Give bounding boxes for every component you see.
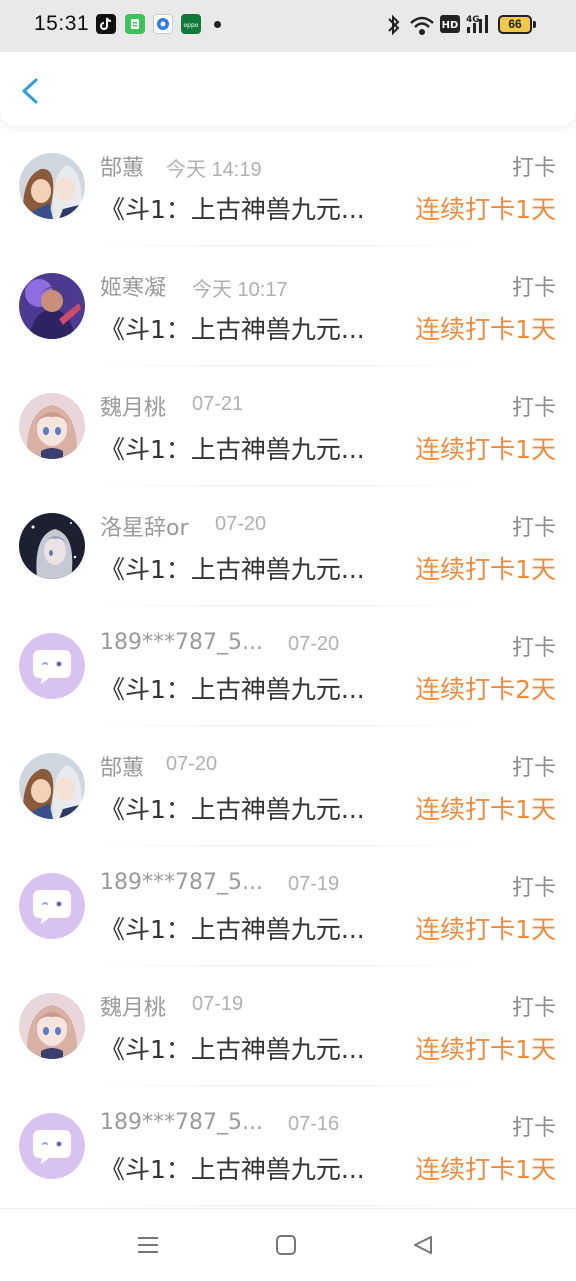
list-item[interactable]: 郜蕙 今天 14:19 打卡 《斗1：上古神兽九元... 连续打卡1天 [0,126,576,246]
home-button[interactable] [274,1233,298,1261]
streak-label: 连续打卡1天 [415,1155,556,1184]
checkin-message: 《斗1：上古神兽九元... [100,795,365,824]
checkin-message: 《斗1：上古神兽九元... [100,195,365,224]
checkin-tag: 打卡 [511,156,556,181]
list-item[interactable]: 洛星辞or 07-20 打卡 《斗1：上古神兽九元... 连续打卡1天 [0,486,576,606]
post-time: 07-20 [166,753,218,775]
checkin-message: 《斗1：上古神兽九元... [100,315,365,344]
streak-label: 连续打卡1天 [415,915,556,944]
hd-icon: HD [440,15,460,37]
avatar[interactable] [19,513,85,579]
user-name: 郜蕙 [100,156,145,181]
back-button[interactable] [14,74,48,108]
post-time: 今天 10:17 [192,279,288,301]
list-item[interactable]: 189***787_5... 07-19 打卡 《斗1：上古神兽九元... 连续… [0,846,576,966]
user-name: 189***787_5... [100,1110,263,1135]
avatar[interactable] [19,993,85,1059]
checkin-message: 《斗1：上古神兽九元... [100,1155,365,1184]
tiktok-icon [96,14,116,34]
checkin-tag: 打卡 [511,756,556,781]
checkin-message: 《斗1：上古神兽九元... [100,435,365,464]
signal-4g-icon: 4G [465,12,493,42]
app-icon-blue [153,14,173,34]
avatar[interactable] [19,393,85,459]
post-time: 今天 14:19 [166,159,262,181]
user-name: 魏月桃 [100,396,167,421]
checkin-tag: 打卡 [511,396,556,421]
streak-label: 连续打卡1天 [415,435,556,464]
user-name: 洛星辞or [100,516,189,541]
streak-label: 连续打卡1天 [415,195,556,224]
avatar[interactable] [19,873,85,939]
status-time: 15:31 [34,12,90,35]
post-time: 07-20 [215,513,267,535]
post-time: 07-19 [192,993,244,1015]
post-time: 07-21 [192,393,244,415]
menu-button[interactable] [136,1233,160,1261]
battery-cap [533,21,536,28]
checkin-message: 《斗1：上古神兽九元... [100,915,365,944]
menu-icon [138,1237,158,1253]
streak-label: 连续打卡1天 [415,555,556,584]
list-item[interactable]: 郜蕙 07-20 打卡 《斗1：上古神兽九元... 连续打卡1天 [0,726,576,846]
home-square-icon [276,1235,296,1255]
streak-label: 连续打卡2天 [415,675,556,704]
status-bar: 15:31 oppo HD 4G 66 [0,0,576,52]
list-item[interactable]: 姬寒凝 今天 10:17 打卡 《斗1：上古神兽九元... 连续打卡1天 [0,246,576,366]
post-time: 07-19 [288,873,340,895]
bluetooth-icon [386,12,402,42]
app-icon-darkgreen: oppo [181,14,201,34]
svg-text:4G: 4G [466,15,480,25]
checkin-tag: 打卡 [511,996,556,1021]
back-triangle-icon [414,1236,432,1254]
checkin-message: 《斗1：上古神兽九元... [100,555,365,584]
list-item[interactable]: 189***787_5... 07-20 打卡 《斗1：上古神兽九元... 连续… [0,606,576,726]
streak-label: 连续打卡1天 [415,1035,556,1064]
back-nav-button[interactable] [411,1233,435,1261]
avatar[interactable] [19,153,85,219]
checkin-message: 《斗1：上古神兽九元... [100,1035,365,1064]
checkin-tag: 打卡 [511,1116,556,1141]
user-name: 189***787_5... [100,630,263,655]
user-name: 郜蕙 [100,756,145,781]
chevron-left-icon [22,78,38,104]
user-name: 189***787_5... [100,870,263,895]
checkin-tag: 打卡 [511,636,556,661]
checkin-tag: 打卡 [511,276,556,301]
header-bar [0,52,576,126]
checkin-tag: 打卡 [511,876,556,901]
app-icon-green [125,14,145,34]
notification-dot-icon [214,21,221,28]
svg-text:oppo: oppo [184,22,199,29]
list-item[interactable]: 魏月桃 07-19 打卡 《斗1：上古神兽九元... 连续打卡1天 [0,966,576,1086]
system-nav-bar [0,1208,576,1281]
list-item[interactable]: 189***787_5... 07-16 打卡 《斗1：上古神兽九元... 连续… [0,1086,576,1206]
avatar[interactable] [19,273,85,339]
svg-text:HD: HD [442,20,459,31]
post-time: 07-16 [288,1113,340,1135]
avatar[interactable] [19,753,85,819]
divider [80,1205,496,1206]
avatar[interactable] [19,1113,85,1179]
checkin-tag: 打卡 [511,516,556,541]
post-time: 07-20 [288,633,340,655]
streak-label: 连续打卡1天 [415,795,556,824]
avatar[interactable] [19,633,85,699]
streak-label: 连续打卡1天 [415,315,556,344]
wifi-icon [408,12,436,42]
user-name: 姬寒凝 [100,276,167,301]
battery-icon: 66 [498,15,532,34]
list-item[interactable]: 魏月桃 07-21 打卡 《斗1：上古神兽九元... 连续打卡1天 [0,366,576,486]
checkin-message: 《斗1：上古神兽九元... [100,675,365,704]
user-name: 魏月桃 [100,996,167,1021]
checkin-list: 郜蕙 今天 14:19 打卡 《斗1：上古神兽九元... 连续打卡1天 姬寒凝 … [0,126,576,1206]
